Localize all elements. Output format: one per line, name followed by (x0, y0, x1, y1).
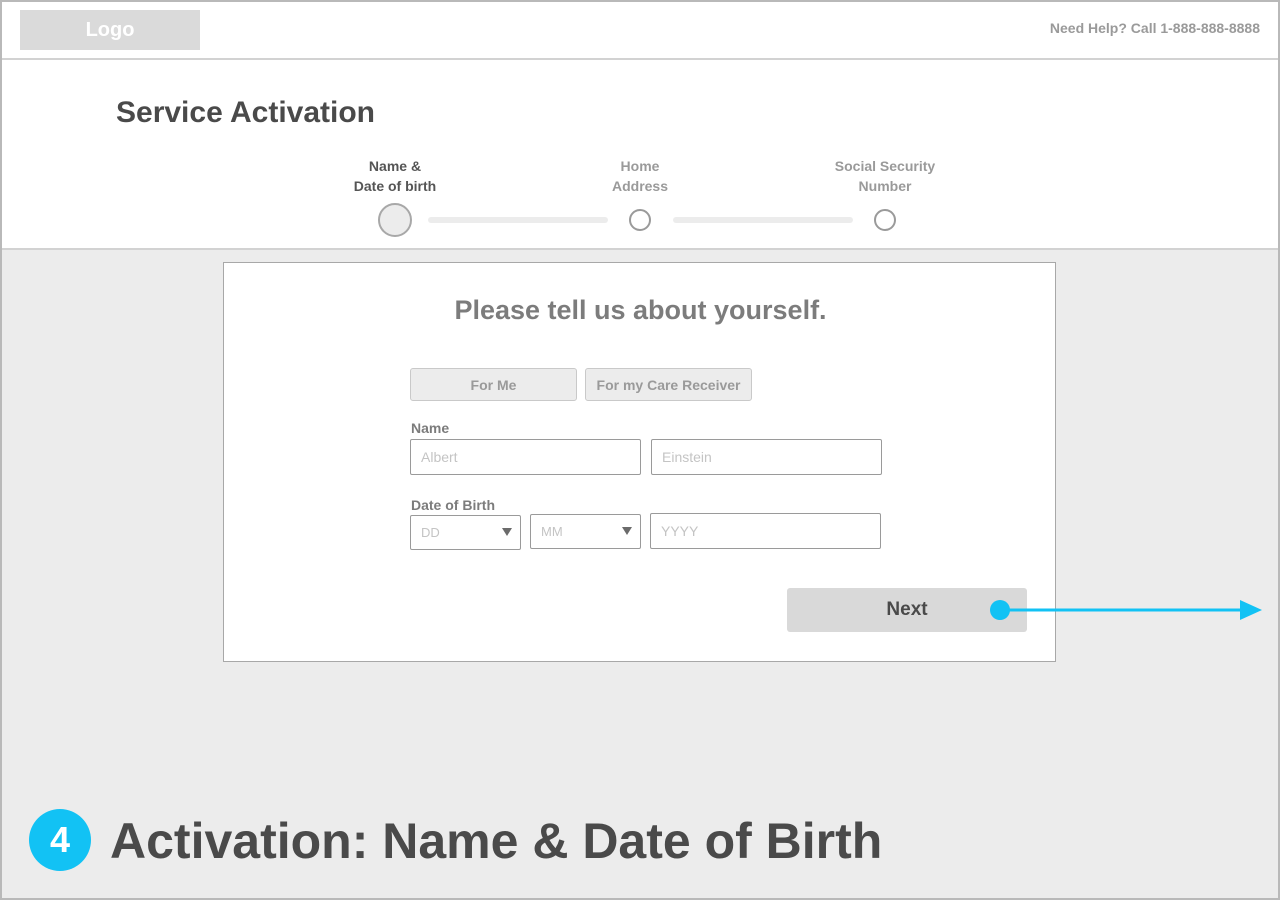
chevron-down-icon (502, 528, 512, 536)
step-connector (428, 217, 608, 223)
step-label-line2: Date of birth (353, 178, 437, 194)
step-connector (673, 217, 853, 223)
step-number-badge: 4 (29, 809, 91, 871)
step-label-line2: Number (858, 178, 912, 194)
help-phone-text: Need Help? Call 1-888-888-8888 (1049, 20, 1260, 36)
form-heading: Please tell us about yourself. (454, 295, 827, 325)
for-care-receiver-button[interactable]: For my Care Receiver (585, 368, 752, 401)
name-label: Name (411, 420, 450, 436)
for-me-button[interactable]: For Me (410, 368, 577, 401)
year-input[interactable]: YYYY (650, 513, 881, 549)
form-card: Please tell us about yourself. For Me Fo… (223, 262, 1056, 662)
day-select-value: DD (421, 525, 440, 540)
step-label-home-address: Home Address (560, 156, 720, 196)
last-name-input[interactable]: Einstein (651, 439, 882, 475)
month-select[interactable]: MM (530, 514, 641, 549)
month-select-value: MM (541, 524, 563, 539)
step-label-line2: Address (611, 178, 669, 194)
chevron-down-icon (622, 527, 632, 535)
annotation-title: Activation: Name & Date of Birth (110, 813, 883, 869)
day-select[interactable]: DD (410, 515, 521, 550)
flow-arrow (990, 600, 1262, 620)
page-header: Service Activation Name & Date of birth … (0, 60, 1280, 250)
step-indicator (874, 209, 896, 231)
logo[interactable]: Logo (20, 10, 200, 50)
dob-label: Date of Birth (411, 497, 495, 513)
step-label-line1: Social Security (834, 158, 936, 174)
step-label-line1: Home (620, 158, 660, 174)
step-indicator (629, 209, 651, 231)
first-name-input[interactable]: Albert (410, 439, 641, 475)
top-bar: Logo Need Help? Call 1-888-888-8888 (0, 0, 1280, 60)
step-label-line1: Name & (368, 158, 422, 174)
step-label-ssn: Social Security Number (805, 156, 965, 196)
arrow-right-icon (1240, 600, 1262, 620)
step-label-name-dob: Name & Date of birth (315, 156, 475, 196)
page-title: Service Activation (116, 96, 375, 129)
step-indicator-current (378, 203, 412, 237)
